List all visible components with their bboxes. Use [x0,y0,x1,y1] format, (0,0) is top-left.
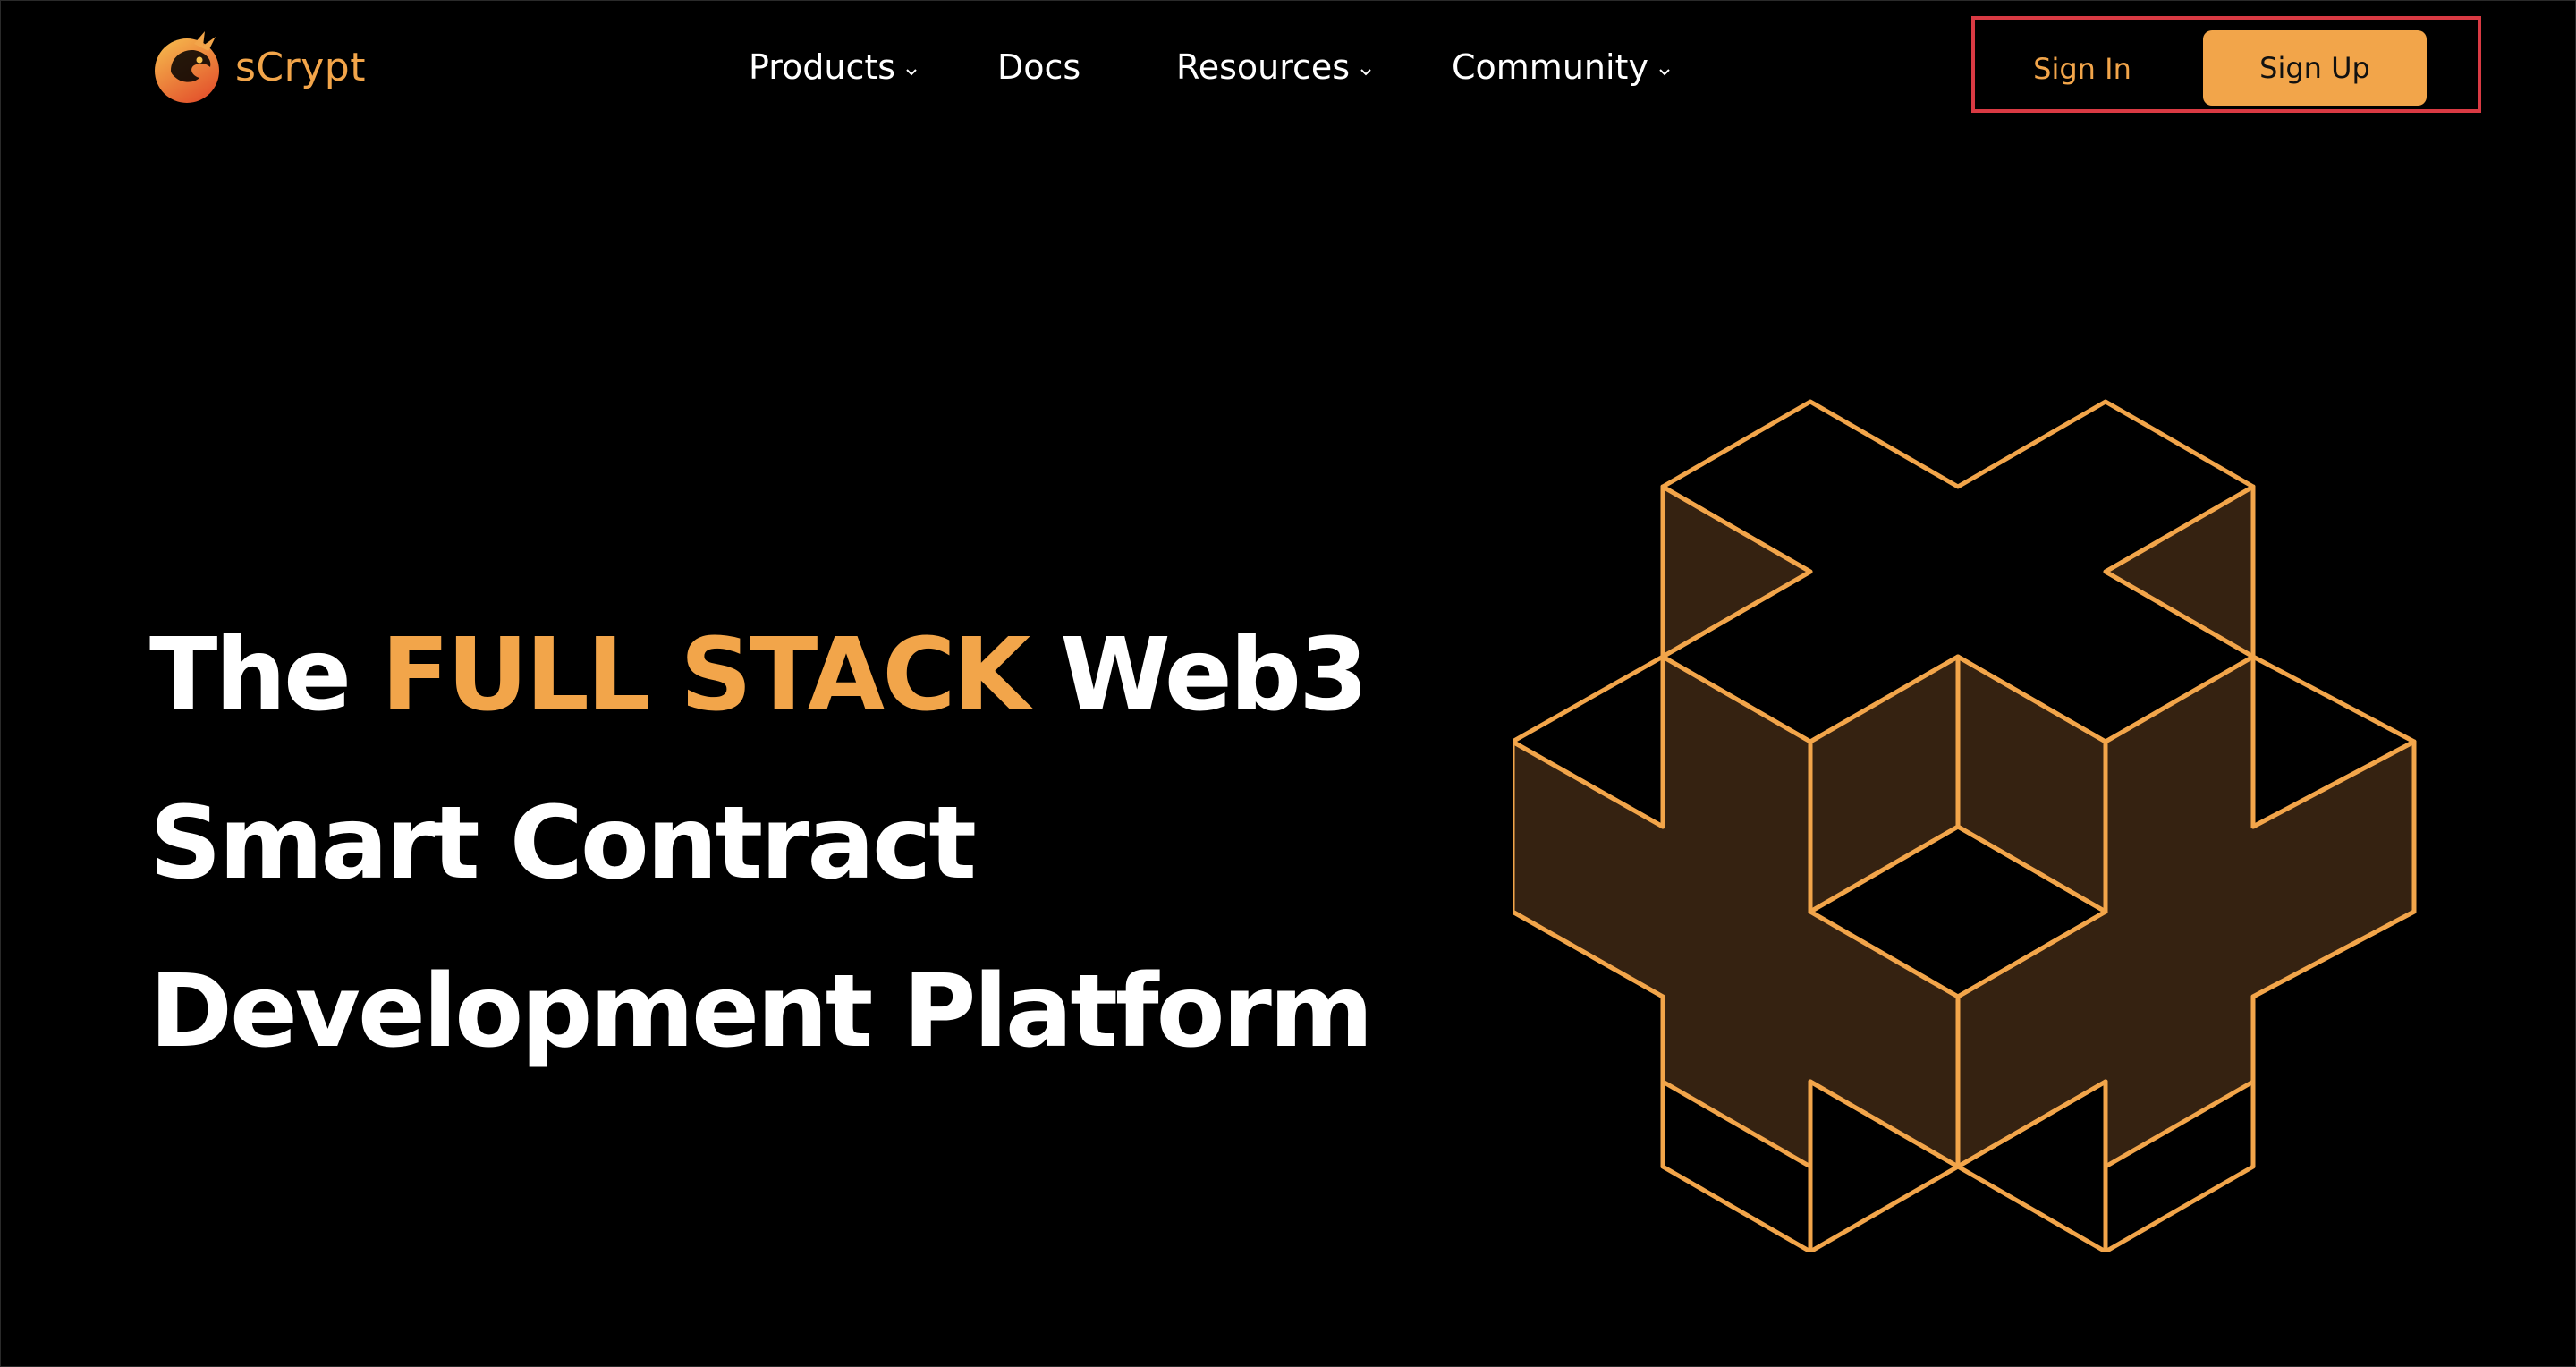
scrypt-dragon-logo-icon [155,31,219,103]
nav-community-label: Community [1452,47,1648,87]
nav-docs[interactable]: Docs [997,40,1080,94]
logo-text: sCrypt [235,44,366,90]
chevron-down-icon [1360,69,1371,76]
hero-title-suffix: Web3 [1028,617,1368,734]
isometric-cross-block-graphic [1513,399,2417,1252]
hero-title-line-3: Development Platform [149,954,1374,1070]
nav-products-label: Products [749,47,896,87]
logo[interactable]: sCrypt [148,28,366,106]
hero-title: The FULL STACK Web3 Smart Contract Devel… [149,591,1374,1096]
nav-docs-label: Docs [997,47,1081,87]
sign-in-button[interactable]: Sign In [2019,40,2146,98]
nav-resources[interactable]: Resources [1176,40,1373,94]
chevron-down-icon [1659,69,1670,76]
hero-title-line-1: The FULL STACK Web3 [149,591,1371,760]
chevron-down-icon [906,69,917,76]
page: sCrypt Products Docs Resources Community… [0,0,2576,1367]
hero-title-accent: FULL STACK [381,617,1030,734]
nav-products[interactable]: Products [749,40,919,94]
sign-up-button[interactable]: Sign Up [2203,30,2427,106]
nav-resources-label: Resources [1176,47,1351,87]
nav-community[interactable]: Community [1452,40,1672,94]
hero-title-prefix: The [149,617,382,734]
hero-title-line-2: Smart Contract [149,785,977,902]
